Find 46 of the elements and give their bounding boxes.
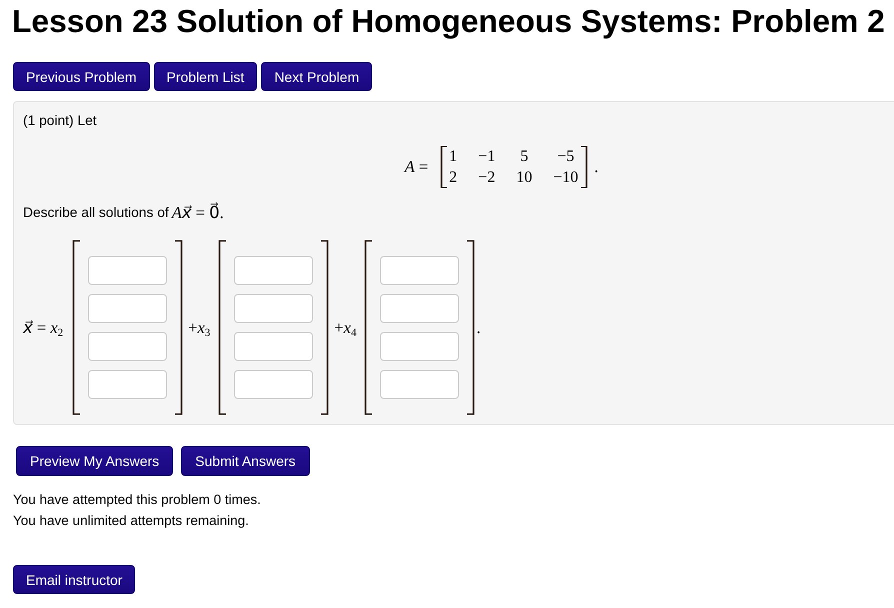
attempts-text: You have attempted this problem 0 times. [13,491,262,509]
input-field[interactable] [88,332,168,361]
right-bracket-icon [581,146,588,188]
matrix-entry: −2 [478,168,496,188]
math-equation: Ax⃗ = 0⃗. [172,203,224,223]
matrix-entry: −5 [557,147,574,167]
right-bracket-icon [175,240,184,415]
math-label: x⃗ = x$_{2}$ [23,318,64,338]
math-label: +x$_{3}$ [188,318,210,338]
answer-button[interactable]: Preview My Answers [16,446,174,476]
matrix-entry: −10 [553,168,578,188]
nav-button[interactable]: Problem List [154,62,258,91]
answer-button[interactable]: Submit Answers [181,446,310,476]
right-bracket-icon [467,240,476,415]
matrix-entry: 10 [516,168,532,188]
page-title: Lesson 23 Solution of Homogeneous Systems: Problem 2 [12,3,886,40]
input-field[interactable] [88,370,168,399]
left-bracket-icon [440,146,448,188]
matrix-label: A = [404,157,428,177]
input-field[interactable] [234,370,314,399]
input-field[interactable] [380,370,460,399]
input-field[interactable] [234,294,314,323]
problem-text: (1 point) Let [23,113,98,129]
math-label: +x$_{4}$ [334,318,356,338]
input-field[interactable] [234,332,314,361]
matrix-entry: −1 [478,147,496,167]
right-bracket-icon [321,240,330,415]
left-bracket-icon [218,240,226,415]
attempts-text: You have unlimited attempts remaining. [13,512,250,530]
email-button[interactable]: Email instructor [13,565,136,594]
input-field[interactable] [88,294,168,323]
input-field[interactable] [380,294,460,323]
input-field[interactable] [380,332,460,361]
left-bracket-icon [364,240,372,415]
nav-button[interactable]: Previous Problem [13,62,150,91]
input-field[interactable] [88,256,168,285]
matrix-entry: 5 [520,147,528,167]
input-field[interactable] [234,256,314,285]
nav-button[interactable]: Next Problem [261,62,372,91]
left-bracket-icon [72,240,80,415]
period-text: . [594,157,598,177]
input-field[interactable] [380,256,460,285]
matrix-entry: 2 [449,168,458,188]
problem-text: Describe all solutions of [23,205,169,221]
matrix-entry: 1 [449,147,458,167]
period-text: . [476,318,481,338]
